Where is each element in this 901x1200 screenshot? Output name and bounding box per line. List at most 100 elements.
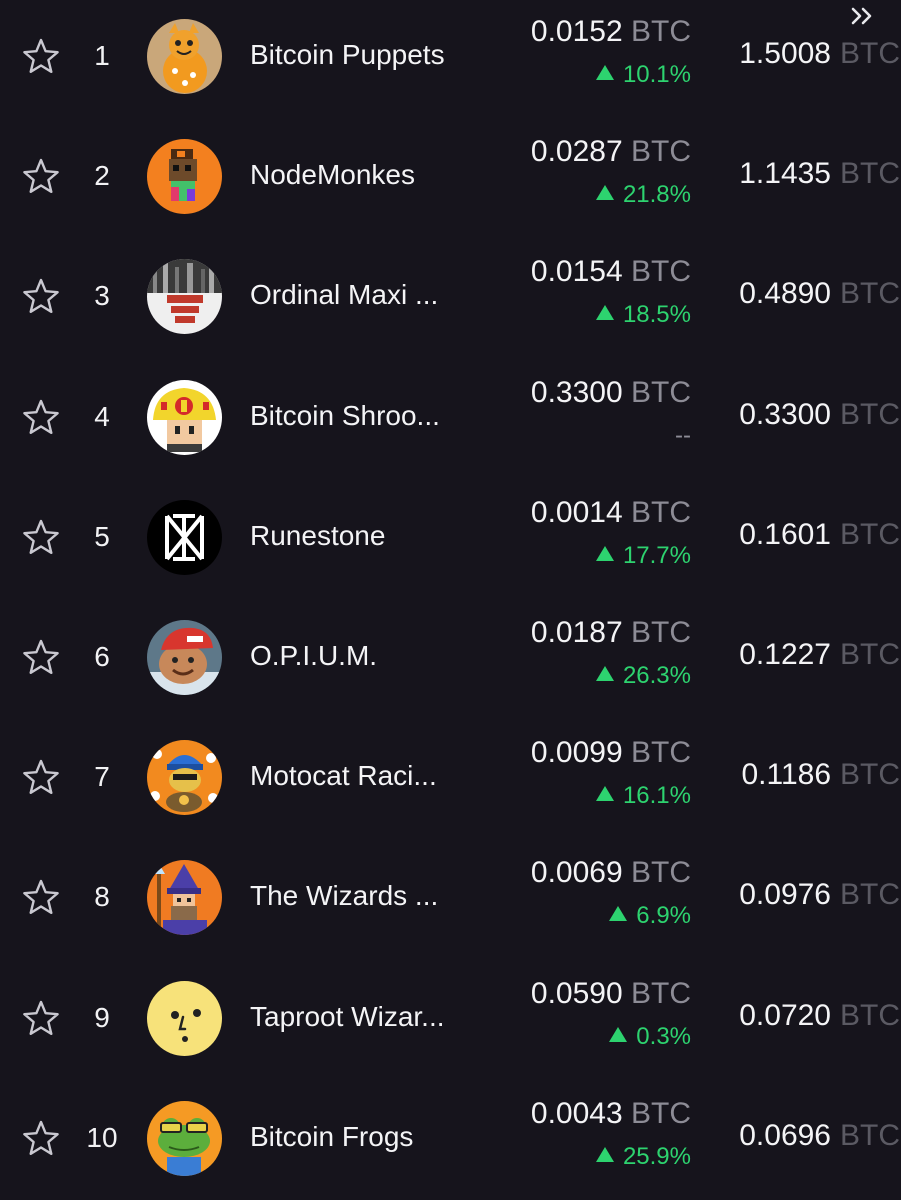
collection-row[interactable]: 5 Runestone 0.0014 BTC 17.7% 0.1601 BTC [0,477,901,597]
collection-name[interactable]: Ordinal Maxi ... [250,278,482,312]
collection-name[interactable]: Bitcoin Shroo... [250,399,482,433]
favorite-star-icon[interactable] [22,1120,60,1156]
collection-row[interactable]: 2 NodeMonkes 0.0287 BTC 21.8% 1.1435 BTC [0,116,901,236]
price-change: 0.3% [609,1022,691,1052]
collection-name[interactable]: Taproot Wizar... [250,1000,482,1034]
floor-price: 0.0014 BTC [531,495,691,531]
up-triangle-icon [595,786,614,802]
collection-name[interactable]: O.P.I.U.M. [250,639,482,673]
volume: 0.1227 BTC [700,637,901,677]
rank-number: 5 [94,520,110,552]
collection-avatar[interactable] [147,980,222,1056]
collection-row[interactable]: 6 O.P.I.U.M. 0.0187 BTC 26.3% 0.1227 BTC [0,597,901,717]
collection-name[interactable]: Motocat Raci... [250,759,482,793]
volume-value: 1.1435 [739,157,831,191]
collection-row[interactable]: 3 Ordinal Maxi ... 0.0154 BTC 18.5% 0.48… [0,236,901,356]
volume-unit: BTC [840,157,900,191]
volume: 1.1435 BTC [700,156,901,196]
rank-number: 2 [94,160,110,192]
favorite-star-icon[interactable] [22,1000,60,1036]
collection-avatar[interactable] [147,499,222,575]
collection-name[interactable]: NodeMonkes [250,158,482,192]
floor-price-value: 0.0152 [530,15,623,48]
collection-name[interactable]: Bitcoin Frogs [250,1120,482,1154]
favorite-star-icon[interactable] [22,759,60,795]
volume: 0.0720 BTC [700,998,901,1038]
collection-avatar[interactable] [147,19,222,94]
rank-number: 8 [94,881,110,913]
price-change: 17.7% [595,541,691,571]
volume-unit: BTC [840,878,900,912]
volume: 0.1601 BTC [700,517,901,557]
price-change: 25.9% [595,1142,691,1172]
collection-avatar[interactable] [147,1100,222,1176]
collection-row[interactable]: 10 Bitcoin Frogs 0.0043 BTC 25.9% 0.0696… [0,1078,901,1198]
price-change-value: 0.3% [636,1022,691,1050]
volume: 0.3300 BTC [700,397,901,437]
floor-price-unit: BTC [631,616,691,649]
favorite-star-icon[interactable] [22,879,60,915]
price-change-value: 17.7% [622,541,691,569]
volume-value: 0.0696 [739,1118,831,1152]
rank-number: 4 [94,400,110,432]
floor-price-unit: BTC [631,255,691,289]
floor-price: 0.0043 BTC [531,1096,691,1132]
collection-name[interactable]: Runestone [250,519,482,553]
price-change-value: 25.9% [622,1142,691,1170]
volume-unit: BTC [840,517,900,551]
collection-row[interactable]: 8 The Wizards ... 0.0069 BTC 6.9% 0.0976… [0,837,901,957]
collection-avatar[interactable] [147,259,222,335]
floor-price-value: 0.0187 [530,616,623,649]
floor-price-unit: BTC [631,976,691,1010]
price-change: -- [675,421,691,451]
up-triangle-icon [595,666,614,681]
floor-price: 0.0590 BTC [531,976,691,1012]
floor-price-value: 0.0099 [530,736,623,770]
collection-name[interactable]: The Wizards ... [250,879,482,913]
price-change-value: -- [675,421,691,449]
floor-price-unit: BTC [631,135,691,169]
collection-avatar[interactable] [147,860,222,936]
favorite-star-icon[interactable] [22,38,60,74]
collection-avatar[interactable] [147,620,222,695]
price-change: 18.5% [595,300,691,330]
collection-avatar[interactable] [147,139,222,215]
volume-unit: BTC [840,638,900,671]
price-change-value: 21.8% [622,181,691,209]
price-change-value: 10.1% [622,61,691,88]
rank-number: 10 [86,1121,118,1153]
volume-value: 1.5008 [739,37,831,70]
price-change: 21.8% [595,180,691,210]
collection-name[interactable]: Bitcoin Puppets [250,38,482,72]
floor-price-unit: BTC [631,495,691,529]
floor-price: 0.0287 BTC [531,134,691,170]
favorite-star-icon[interactable] [22,519,60,555]
rank-number: 7 [94,761,110,793]
volume: 1.5008 BTC [700,36,901,76]
price-change: 6.9% [609,901,691,931]
collection-avatar[interactable] [147,740,222,816]
favorite-star-icon[interactable] [22,158,60,194]
collection-row[interactable]: 1 Bitcoin Puppets 0.0152 BTC 10.1% 1.500… [0,0,901,116]
volume: 0.1186 BTC [700,757,901,797]
collection-row[interactable]: 7 Motocat Raci... 0.0099 BTC 16.1% 0.118… [0,717,901,837]
collection-row[interactable]: 9 Taproot Wizar... 0.0590 BTC 0.3% 0.072… [0,958,901,1078]
floor-price-unit: BTC [631,375,691,409]
floor-price: 0.0187 BTC [531,615,691,651]
favorite-star-icon[interactable] [22,278,60,314]
volume-value: 0.1227 [739,638,831,671]
floor-price-unit: BTC [631,736,691,770]
favorite-star-icon[interactable] [22,399,60,435]
favorite-star-icon[interactable] [22,639,60,675]
volume-value: 0.0720 [739,998,831,1032]
floor-price-unit: BTC [631,856,691,890]
floor-price-value: 0.3300 [530,375,623,409]
volume-unit: BTC [840,37,900,70]
floor-price: 0.3300 BTC [531,375,691,411]
volume-value: 0.3300 [739,397,831,431]
volume-unit: BTC [840,397,900,431]
price-change-value: 18.5% [622,301,691,329]
collection-avatar[interactable] [147,379,222,455]
collection-row[interactable]: 4 Bitcoin Shroo... 0.3300 BTC -- 0.3300 B… [0,357,901,477]
floor-price: 0.0152 BTC [531,14,691,50]
